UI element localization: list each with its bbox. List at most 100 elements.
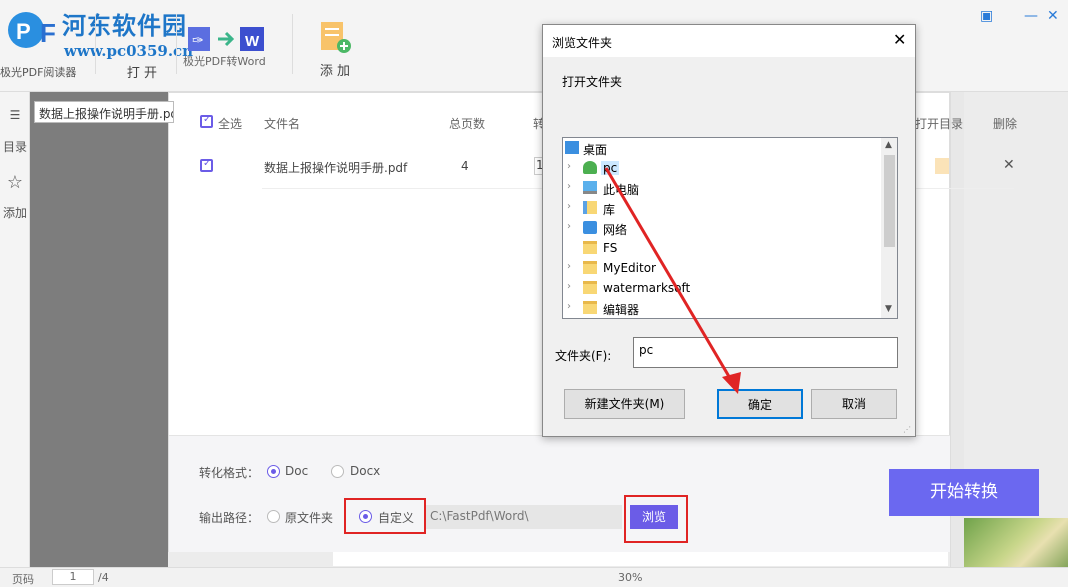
column-header-pages: 总页数 <box>449 117 486 131</box>
bookmark-star-icon[interactable]: ☆ <box>0 172 30 193</box>
tree-item-label: 此电脑 <box>603 183 640 197</box>
dialog-title: 浏览文件夹 <box>552 36 613 50</box>
open-button[interactable]: 打 开 <box>112 10 172 85</box>
format-doc-label: Doc <box>285 464 309 478</box>
page-label: 页码 <box>12 573 34 586</box>
folder-icon <box>583 261 597 274</box>
add-file-button[interactable]: 添 加 <box>310 20 360 80</box>
select-all-checkbox[interactable]: ✓ <box>200 114 213 128</box>
svg-text:✑: ✑ <box>192 32 204 48</box>
tree-item-pc[interactable]: › pc <box>563 158 881 178</box>
toolbar-divider <box>176 14 177 74</box>
cancel-button[interactable]: 取消 <box>811 389 897 419</box>
left-rail: ☰ 目录 ☆ 添加 <box>0 92 30 567</box>
tree-item-label: pc <box>601 161 620 175</box>
scroll-down-icon[interactable]: ▼ <box>885 304 892 314</box>
expand-arrow-icon[interactable]: › <box>567 181 571 192</box>
tree-item-label: 编辑器 <box>603 303 640 317</box>
open-button-label: 打 开 <box>126 66 158 81</box>
expand-arrow-icon[interactable]: › <box>567 221 571 232</box>
format-docx-radio[interactable] <box>331 465 344 478</box>
svg-text:P: P <box>16 19 31 44</box>
folder-name-input[interactable]: pc <box>633 337 898 368</box>
tree-item-desktop[interactable]: 桌面 <box>563 138 881 158</box>
dialog-titlebar: 浏览文件夹 ✕ <box>543 25 915 57</box>
settings-area <box>169 435 950 552</box>
start-convert-button[interactable]: 开始转换 <box>889 469 1039 516</box>
desktop-icon <box>565 141 579 154</box>
folder-tree[interactable]: 桌面 › pc › 此电脑 › 库 › 网络 FS › MyEditor › w… <box>562 137 898 319</box>
delete-row-icon[interactable]: ✕ <box>1003 157 1015 173</box>
annotation-box-browse <box>624 495 688 543</box>
tree-item-label: MyEditor <box>603 261 656 275</box>
tree-item-editor[interactable]: › 编辑器 <box>563 298 881 318</box>
toc-label: 目录 <box>2 140 27 154</box>
folder-icon <box>583 241 597 254</box>
close-icon[interactable]: ✕ <box>1047 8 1059 24</box>
tree-item-label: 桌面 <box>583 143 608 157</box>
file-path-input[interactable]: 数据上报操作说明手册.pdf <box>34 101 174 123</box>
tree-item-network[interactable]: › 网络 <box>563 218 881 238</box>
annotation-box-custom <box>344 498 426 534</box>
folder-icon <box>583 301 597 314</box>
row-checkbox[interactable]: ✓ <box>200 158 213 172</box>
column-header-delete: 删除 <box>993 117 1018 131</box>
tree-item-this-pc[interactable]: › 此电脑 <box>563 178 881 198</box>
feedback-icon[interactable]: ▣ <box>980 8 993 24</box>
column-header-filename: 文件名 <box>264 117 301 131</box>
output-original-radio[interactable] <box>267 510 280 523</box>
format-label: 转化格式： <box>199 466 260 480</box>
open-folder-icon[interactable] <box>935 158 949 174</box>
output-path-field[interactable]: C:\FastPdf\Word\ <box>426 505 622 529</box>
tree-item-myeditor[interactable]: › MyEditor <box>563 258 881 278</box>
toolbar-divider <box>292 14 293 74</box>
user-folder-icon <box>583 161 597 174</box>
tree-item-label: 网络 <box>603 223 628 237</box>
pdf-logo-icon: P F <box>8 12 56 48</box>
pdf-to-word-icon: ✑ W <box>188 27 264 51</box>
output-label: 输出路径： <box>199 511 260 525</box>
expand-arrow-icon[interactable]: › <box>567 201 571 212</box>
select-all-label: 全选 <box>218 117 243 131</box>
format-doc-radio[interactable] <box>267 465 280 478</box>
browse-folder-dialog: 浏览文件夹 ✕ 打开文件夹 桌面 › pc › 此电脑 › 库 › 网络 FS … <box>542 24 916 437</box>
folder-icon <box>583 281 597 294</box>
scroll-up-icon[interactable]: ▲ <box>885 140 892 150</box>
tree-scroll-thumb[interactable] <box>884 155 895 247</box>
tree-item-watermarksoft[interactable]: › watermarksoft <box>563 278 881 298</box>
page-input[interactable]: 1 <box>52 569 94 585</box>
panel-scroll-strip <box>333 552 948 566</box>
expand-arrow-icon[interactable]: › <box>567 301 571 312</box>
network-icon <box>583 221 597 234</box>
add-file-icon <box>321 22 351 53</box>
expand-arrow-icon[interactable]: › <box>567 161 571 172</box>
add-file-label: 添 加 <box>319 64 351 79</box>
column-header-open-dir: 打开目录 <box>915 117 964 131</box>
row-pages: 4 <box>461 159 469 173</box>
tree-item-label: FS <box>603 241 618 255</box>
zoom-level: 30% <box>618 571 643 584</box>
tree-item-fs[interactable]: FS <box>563 238 881 258</box>
tree-item-label: 库 <box>603 203 616 217</box>
bookmark-label: 添加 <box>2 206 27 220</box>
format-docx-label: Docx <box>350 464 381 478</box>
resize-grip-icon[interactable]: ⋰ <box>903 425 911 434</box>
output-original-label: 原文件夹 <box>285 511 334 525</box>
ok-button[interactable]: 确定 <box>717 389 803 419</box>
dialog-close-icon[interactable]: ✕ <box>893 30 906 49</box>
page-total: /4 <box>98 571 109 584</box>
pdf-to-word-label: 极光PDF转Word <box>183 55 266 68</box>
computer-icon <box>583 181 597 194</box>
row-filename: 数据上报操作说明手册.pdf <box>264 161 408 175</box>
new-folder-button[interactable]: 新建文件夹(M) <box>564 389 685 419</box>
expand-arrow-icon[interactable]: › <box>567 281 571 292</box>
toc-icon[interactable]: ☰ <box>0 108 30 122</box>
toolbar-divider <box>95 14 96 74</box>
expand-arrow-icon[interactable]: › <box>567 261 571 272</box>
folder-field-label: 文件夹(F): <box>555 349 612 363</box>
minimize-icon[interactable]: — <box>1024 8 1038 24</box>
svg-text:W: W <box>245 33 260 50</box>
document-viewport <box>30 92 168 567</box>
tree-item-library[interactable]: › 库 <box>563 198 881 218</box>
status-bar: 页码 1 /4 30% <box>0 567 1068 587</box>
